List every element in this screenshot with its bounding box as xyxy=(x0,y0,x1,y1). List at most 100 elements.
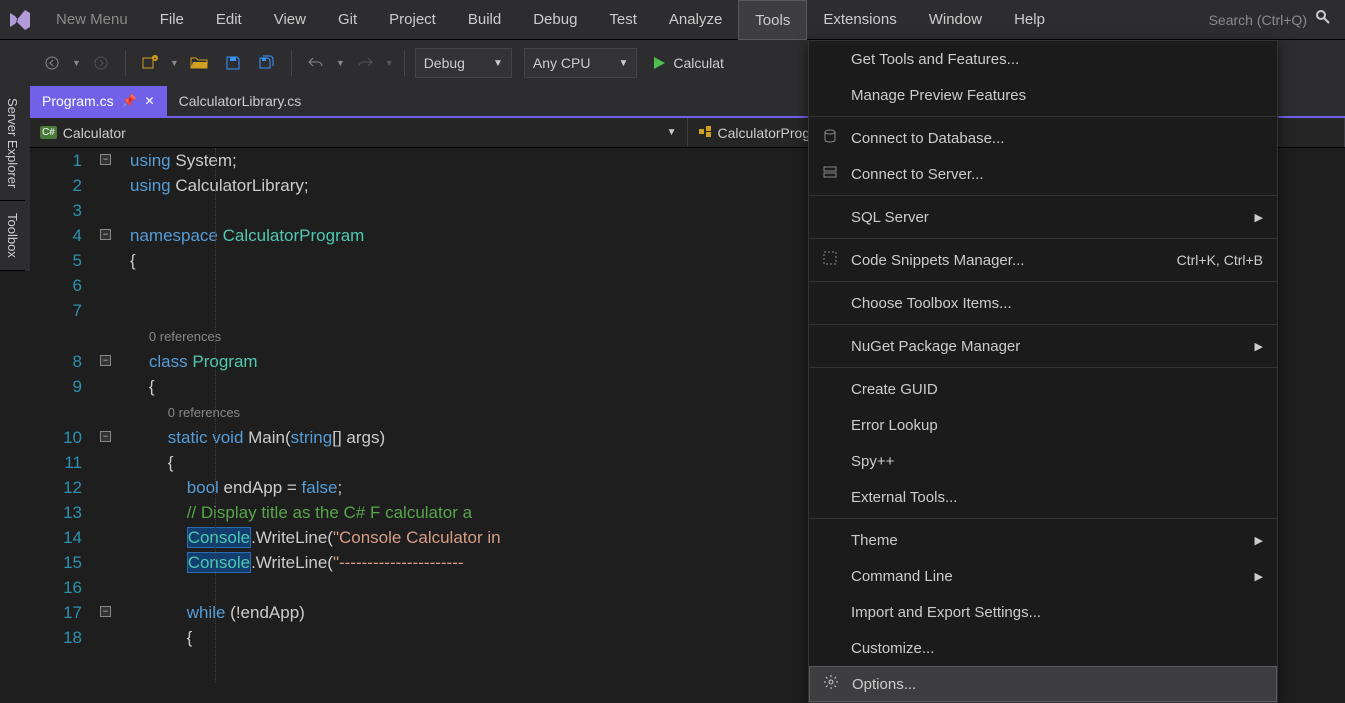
run-button[interactable]: Calculat xyxy=(651,55,724,71)
nav-forward-button[interactable] xyxy=(87,49,115,77)
fold-column[interactable] xyxy=(100,500,130,525)
chevron-down-icon[interactable]: ▼ xyxy=(170,58,179,68)
menu-item-debug[interactable]: Debug xyxy=(517,0,593,40)
fold-column[interactable] xyxy=(100,298,130,323)
csharp-icon: C# xyxy=(40,126,57,139)
fold-toggle[interactable]: − xyxy=(100,431,111,442)
code-content: { xyxy=(130,374,155,399)
menu-item-tools[interactable]: Tools xyxy=(738,0,807,40)
fold-column[interactable]: − xyxy=(100,349,130,374)
menu-item-connect-to-server[interactable]: Connect to Server... xyxy=(809,156,1277,192)
menu-item-sql-server[interactable]: SQL Server▶ xyxy=(809,199,1277,235)
fold-column[interactable] xyxy=(100,374,130,399)
chevron-down-icon[interactable]: ▼ xyxy=(72,58,81,68)
menu-item-label: Options... xyxy=(852,676,916,693)
fold-column[interactable]: − xyxy=(100,425,130,450)
line-number: 13 xyxy=(30,500,100,525)
code-content: { xyxy=(130,248,136,273)
doc-tab-program-cs[interactable]: Program.cs 📌 ✕ xyxy=(30,86,167,116)
fold-column[interactable]: − xyxy=(100,223,130,248)
code-content: using CalculatorLibrary; xyxy=(130,173,309,198)
menu-item-nuget-package-manager[interactable]: NuGet Package Manager▶ xyxy=(809,328,1277,364)
fold-column[interactable] xyxy=(100,173,130,198)
search-placeholder: Search (Ctrl+Q) xyxy=(1209,12,1307,28)
menu-item-command-line[interactable]: Command Line▶ xyxy=(809,558,1277,594)
fold-column[interactable] xyxy=(100,575,130,600)
menu-item-view[interactable]: View xyxy=(258,0,322,40)
line-number: 10 xyxy=(30,425,100,450)
menu-item-get-tools-and-features[interactable]: Get Tools and Features... xyxy=(809,41,1277,77)
line-number: 17 xyxy=(30,600,100,625)
menu-item-connect-to-database[interactable]: Connect to Database... xyxy=(809,120,1277,156)
fold-column[interactable] xyxy=(100,399,130,425)
fold-toggle[interactable]: − xyxy=(100,606,111,617)
nav-scope-dropdown[interactable]: C# Calculator ▼ xyxy=(30,118,688,147)
menu-item-analyze[interactable]: Analyze xyxy=(653,0,738,40)
fold-column[interactable] xyxy=(100,525,130,550)
code-content: Console.WriteLine("Console Calculator in xyxy=(130,525,505,550)
platform-dropdown[interactable]: Any CPU▼ xyxy=(524,48,637,78)
menu-item-help[interactable]: Help xyxy=(998,0,1061,40)
menu-item-new-menu[interactable]: New Menu xyxy=(40,0,144,40)
menu-item-manage-preview-features[interactable]: Manage Preview Features xyxy=(809,77,1277,113)
submenu-arrow-icon: ▶ xyxy=(1255,211,1263,224)
menu-item-spy[interactable]: Spy++ xyxy=(809,443,1277,479)
pin-icon[interactable]: 📌 xyxy=(122,94,137,108)
fold-column[interactable] xyxy=(100,323,130,349)
fold-toggle[interactable]: − xyxy=(100,229,111,240)
save-all-button[interactable] xyxy=(253,49,281,77)
side-tab-server-explorer[interactable]: Server Explorer xyxy=(0,86,25,201)
fold-column[interactable] xyxy=(100,198,130,223)
fold-column[interactable]: − xyxy=(100,148,130,173)
save-button[interactable] xyxy=(219,49,247,77)
code-content: namespace CalculatorProgram xyxy=(130,223,364,248)
fold-toggle[interactable]: − xyxy=(100,355,111,366)
menu-item-import-and-export-settings[interactable]: Import and Export Settings... xyxy=(809,594,1277,630)
chevron-down-icon[interactable]: ▼ xyxy=(336,58,345,68)
menu-item-create-guid[interactable]: Create GUID xyxy=(809,371,1277,407)
db-icon xyxy=(821,128,839,148)
undo-button[interactable] xyxy=(302,49,330,77)
menu-item-extensions[interactable]: Extensions xyxy=(807,0,912,40)
line-number: 11 xyxy=(30,450,100,475)
code-content: using System; xyxy=(130,148,237,173)
menu-item-code-snippets-manager[interactable]: Code Snippets Manager...Ctrl+K, Ctrl+B xyxy=(809,242,1277,278)
menu-item-project[interactable]: Project xyxy=(373,0,452,40)
code-content: class Program xyxy=(130,349,258,374)
menu-item-error-lookup[interactable]: Error Lookup xyxy=(809,407,1277,443)
menu-item-file[interactable]: File xyxy=(144,0,200,40)
search-box[interactable]: Search (Ctrl+Q) xyxy=(1195,0,1345,40)
menu-item-choose-toolbox-items[interactable]: Choose Toolbox Items... xyxy=(809,285,1277,321)
tab-label: Program.cs xyxy=(42,93,114,109)
menu-item-options[interactable]: Options... xyxy=(809,666,1277,702)
close-icon[interactable]: ✕ xyxy=(145,94,155,108)
fold-column[interactable]: − xyxy=(100,600,130,625)
menu-item-customize[interactable]: Customize... xyxy=(809,630,1277,666)
nav-back-button[interactable] xyxy=(38,49,66,77)
fold-column[interactable] xyxy=(100,625,130,650)
fold-column[interactable] xyxy=(100,248,130,273)
menu-item-label: Import and Export Settings... xyxy=(851,604,1041,621)
menu-item-window[interactable]: Window xyxy=(913,0,998,40)
search-icon xyxy=(1315,9,1331,30)
code-content: while (!endApp) xyxy=(130,600,305,625)
open-button[interactable] xyxy=(185,49,213,77)
fold-column[interactable] xyxy=(100,475,130,500)
menu-item-edit[interactable]: Edit xyxy=(200,0,258,40)
side-tab-toolbox[interactable]: Toolbox xyxy=(0,201,25,271)
redo-button[interactable] xyxy=(351,49,379,77)
configuration-dropdown[interactable]: Debug▼ xyxy=(415,48,512,78)
fold-toggle[interactable]: − xyxy=(100,154,111,165)
menu-item-git[interactable]: Git xyxy=(322,0,373,40)
menu-item-test[interactable]: Test xyxy=(593,0,653,40)
menu-item-theme[interactable]: Theme▶ xyxy=(809,522,1277,558)
doc-tab-calculatorlibrary-cs[interactable]: CalculatorLibrary.cs xyxy=(167,86,314,116)
menu-item-external-tools[interactable]: External Tools... xyxy=(809,479,1277,515)
chevron-down-icon[interactable]: ▼ xyxy=(385,58,394,68)
menu-item-label: Error Lookup xyxy=(851,417,938,434)
fold-column[interactable] xyxy=(100,450,130,475)
fold-column[interactable] xyxy=(100,273,130,298)
menu-item-build[interactable]: Build xyxy=(452,0,517,40)
fold-column[interactable] xyxy=(100,550,130,575)
new-item-button[interactable]: + xyxy=(136,49,164,77)
